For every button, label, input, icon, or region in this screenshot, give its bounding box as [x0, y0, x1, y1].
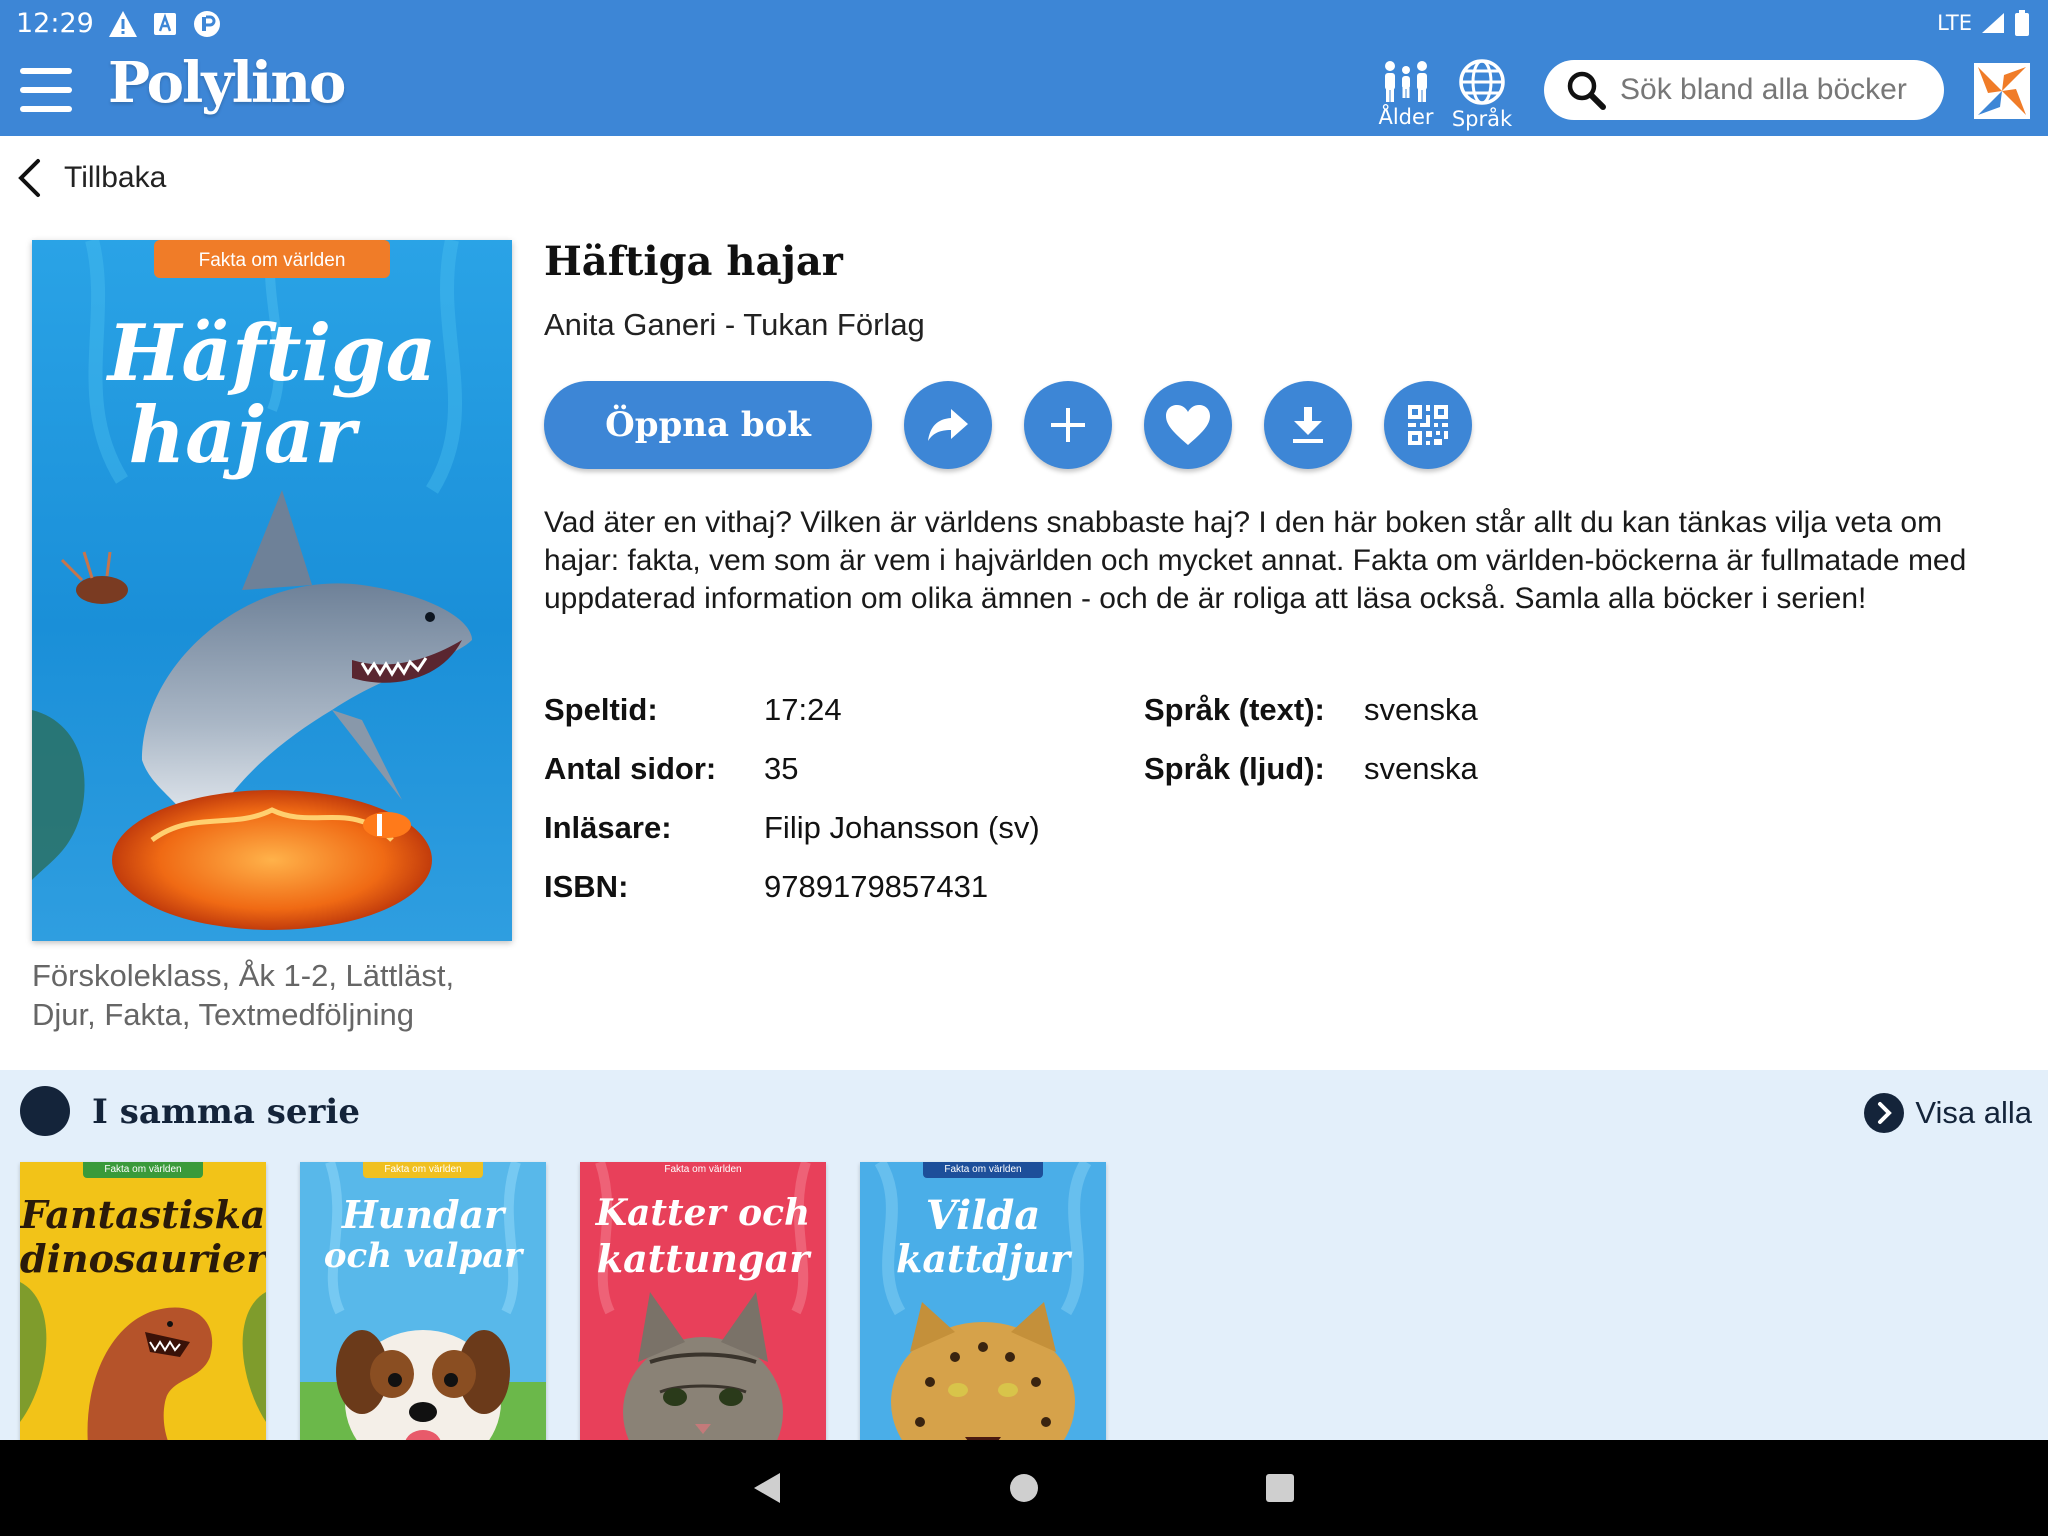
- series-book-title-line2: kattdjur: [895, 1236, 1071, 1281]
- show-all-label: Visa alla: [1915, 1095, 2032, 1130]
- status-bar: 12:29 LTE: [0, 0, 2048, 48]
- globe-icon: [1459, 59, 1505, 105]
- polylino-app-icon: [194, 11, 220, 37]
- plus-icon: [1051, 408, 1085, 442]
- show-all-link[interactable]: Visa alla: [1863, 1092, 2032, 1134]
- language-label: Språk: [1451, 107, 1513, 131]
- qr-code-icon: [1408, 405, 1448, 445]
- series-book-dinosaurs[interactable]: Fakta om världen Fantastiska dinosaurier: [20, 1162, 266, 1440]
- language-audio-value: svenska: [1364, 751, 1478, 786]
- system-navigation-bar: [0, 1440, 2048, 1536]
- search-icon: [1567, 71, 1606, 110]
- book-tags: Förskoleklass, Åk 1-2, Lättläst, Djur, F…: [32, 958, 455, 1032]
- series-book-title-line2: dinosaurier: [20, 1236, 266, 1281]
- status-time: 12:29: [16, 8, 94, 39]
- back-label: Tillbaka: [64, 161, 167, 194]
- back-button[interactable]: Tillbaka: [16, 158, 166, 198]
- series-book-title-line2: kattungar: [596, 1236, 810, 1281]
- font-app-icon: [154, 13, 176, 35]
- language-audio-label: Språk (ljud):: [1144, 751, 1325, 786]
- download-icon: [1293, 407, 1323, 443]
- series-book-title-line1: Katter och: [595, 1192, 811, 1234]
- signal-icon: [1982, 13, 2004, 33]
- series-book-band: Fakta om världen: [923, 1162, 1043, 1178]
- series-book-cats[interactable]: Fakta om världen Katter och kattungar: [580, 1162, 826, 1440]
- polylino-logo[interactable]: Polylino: [108, 50, 346, 116]
- age-label: Ålder: [1378, 105, 1434, 129]
- chevron-left-icon: [18, 159, 40, 197]
- profile-avatar[interactable]: [1974, 63, 2030, 119]
- cover-title-line2: hajar: [128, 390, 360, 481]
- qr-code-button[interactable]: [1384, 381, 1472, 469]
- series-bullet-icon: [20, 1086, 70, 1136]
- network-label: LTE: [1937, 11, 1972, 35]
- search-bar[interactable]: [1544, 60, 1944, 120]
- back-triangle-icon[interactable]: [750, 1470, 784, 1506]
- pages-label: Antal sidor:: [544, 751, 717, 786]
- playtime-value: 17:24: [764, 692, 842, 727]
- language-text-label: Språk (text):: [1144, 692, 1325, 727]
- series-book-dogs[interactable]: Fakta om världen Hundar och valpar: [300, 1162, 546, 1440]
- series-book-title-line2: och valpar: [323, 1236, 523, 1276]
- hamburger-menu-icon[interactable]: [20, 68, 72, 112]
- battery-icon: [2015, 10, 2029, 36]
- cover-title-line1: Häftiga: [106, 308, 437, 399]
- isbn-value: 9789179857431: [764, 869, 989, 904]
- warning-icon: [109, 11, 137, 37]
- book-cover[interactable]: Fakta om världen Häftiga hajar: [32, 240, 512, 941]
- reader-label: Inläsare:: [544, 810, 672, 845]
- app-bar: 12:29 LTE Polylino Ålder Språk: [0, 0, 2048, 136]
- polylino-emblem-icon: [1974, 63, 2030, 119]
- series-book-band: Fakta om världen: [363, 1162, 483, 1178]
- book-title: Häftiga hajar: [544, 238, 843, 285]
- status-notification-icons: [108, 9, 222, 39]
- series-book-title-line1: Vilda: [925, 1192, 1041, 1239]
- series-book-band: Fakta om världen: [83, 1162, 203, 1178]
- cover-series-band: Fakta om världen: [199, 250, 346, 271]
- language-filter-button[interactable]: Språk: [1450, 58, 1514, 131]
- add-to-list-button[interactable]: [1024, 381, 1112, 469]
- book-byline: Anita Ganeri - Tukan Förlag: [544, 307, 925, 342]
- status-right: LTE: [1937, 10, 2030, 36]
- book-description: Vad äter en vithaj? Vilken är världens s…: [544, 506, 1967, 615]
- download-button[interactable]: [1264, 381, 1352, 469]
- series-book-band: Fakta om världen: [643, 1162, 763, 1178]
- language-text-value: svenska: [1364, 692, 1478, 727]
- pages-value: 35: [764, 751, 799, 786]
- favorite-button[interactable]: [1144, 381, 1232, 469]
- reader-value: Filip Johansson (sv): [764, 810, 1040, 845]
- playtime-label: Speltid:: [544, 692, 658, 727]
- recents-square-icon[interactable]: [1265, 1473, 1295, 1503]
- heart-icon: [1166, 405, 1210, 445]
- home-circle-icon[interactable]: [1008, 1472, 1040, 1504]
- isbn-label: ISBN:: [544, 869, 629, 904]
- series-book-wild-cats[interactable]: Fakta om världen Vilda kattdjur: [860, 1162, 1106, 1440]
- open-book-button[interactable]: Öppna bok: [544, 381, 872, 469]
- share-arrow-icon: [928, 409, 968, 441]
- age-filter-button[interactable]: Ålder: [1374, 58, 1438, 129]
- people-icon: [1385, 61, 1427, 102]
- search-input[interactable]: [1620, 73, 1940, 107]
- shark-cover-illustration: Fakta om världen Häftiga hajar: [32, 240, 512, 941]
- same-series-section: I samma serie Visa alla Fakta om världen…: [0, 1070, 2048, 1440]
- series-title: I samma serie: [92, 1092, 360, 1132]
- series-book-title-line1: Fantastiska: [20, 1192, 266, 1237]
- chevron-right-circle-icon: [1864, 1093, 1905, 1133]
- series-book-title-line1: Hundar: [341, 1192, 505, 1237]
- share-button[interactable]: [904, 381, 992, 469]
